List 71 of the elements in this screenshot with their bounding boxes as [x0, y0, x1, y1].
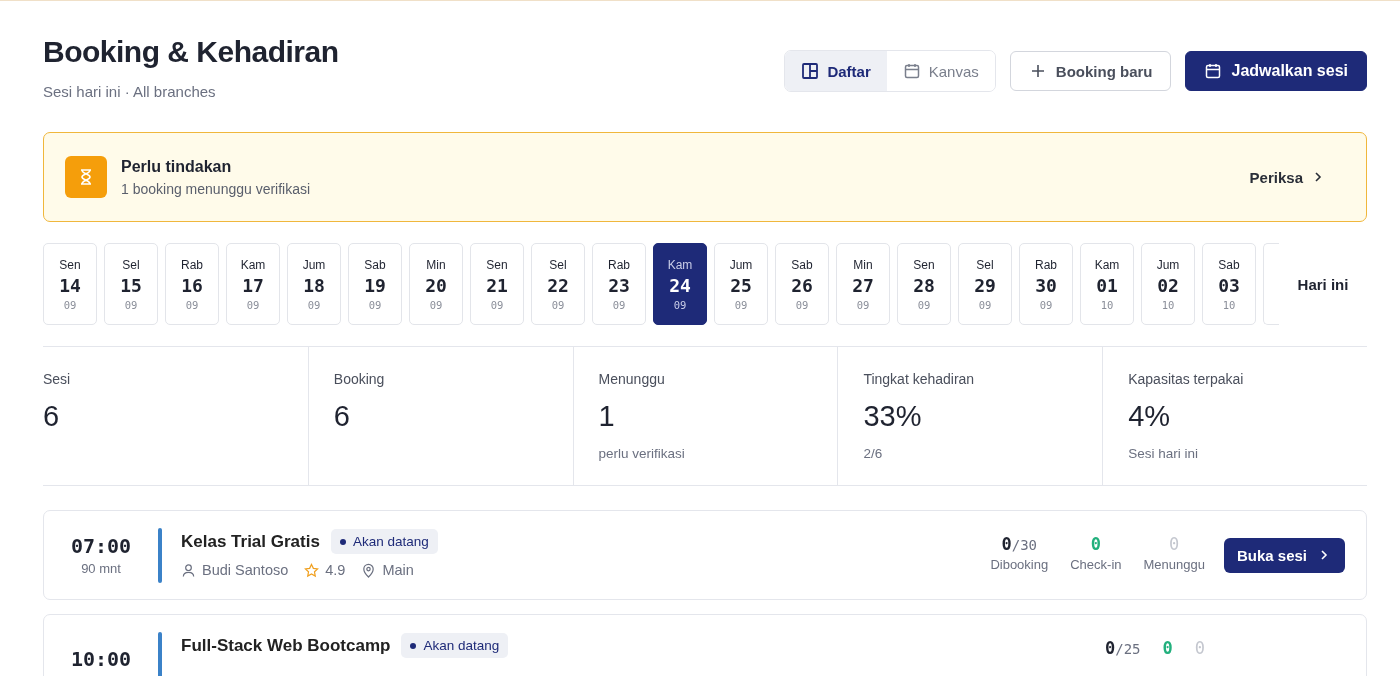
stat-label: Kapasitas terpakai	[1128, 371, 1245, 387]
status-badge: Akan datang	[330, 529, 438, 554]
date-card[interactable]: Sel 15 09	[104, 243, 158, 325]
instructor-name: Budi Santoso	[202, 562, 289, 578]
today-button[interactable]: Hari ini	[1279, 267, 1367, 301]
location-pin-icon	[361, 562, 377, 578]
stat-note: Sesi hari ini	[1128, 446, 1199, 461]
page-title: Booking & Kehadiran	[43, 35, 339, 69]
checkin-count: 0	[1162, 638, 1173, 658]
session-time: 07:00	[69, 534, 133, 558]
date-card[interactable]: Jum 02 10	[1141, 243, 1195, 325]
alert-message: 1 booking menunggu verifikasi	[121, 180, 312, 197]
rating: 4.9	[325, 562, 346, 578]
checkin-count: 0	[1090, 534, 1101, 554]
session-duration: 90 mnt	[80, 561, 122, 576]
waiting-label: Menunggu	[1143, 557, 1205, 572]
schedule-button[interactable]: Jadwalkan sesi	[1185, 51, 1367, 91]
chevron-right-icon	[1313, 171, 1323, 183]
stat-value: 6	[43, 400, 61, 433]
stat-value: 6	[333, 400, 351, 433]
date-card[interactable]: Rab 23 09	[592, 243, 646, 325]
waiting-count: 0	[1169, 534, 1180, 554]
stat-label: Tingkat kehadiran	[863, 371, 976, 387]
view-tab[interactable]: Daftar	[785, 51, 887, 91]
date-card[interactable]: Sab 26 09	[775, 243, 829, 325]
stat-label: Sesi	[43, 371, 72, 387]
checkin-label: Check-in	[1070, 557, 1122, 572]
date-card[interactable]: Sen 21 09	[470, 243, 524, 325]
layout-icon	[801, 62, 820, 80]
date-card[interactable]: Jum 25 09	[714, 243, 768, 325]
chevron-right-icon	[1319, 549, 1329, 561]
stat-value: 33%	[863, 400, 923, 433]
status-badge: Akan datang	[401, 633, 509, 658]
date-card[interactable]: Sel 22 09	[531, 243, 585, 325]
date-card[interactable]: Sen 28 09	[897, 243, 951, 325]
booked-count: 0/25	[1104, 638, 1141, 658]
stat-note: 2/6	[863, 446, 884, 461]
stat-value: 4%	[1128, 400, 1172, 433]
person-icon	[181, 562, 196, 578]
page-subtitle: Sesi hari ini · All branches	[43, 83, 217, 100]
date-card[interactable]: Sab 03 10	[1202, 243, 1256, 325]
booked-count: 0/30	[1001, 534, 1038, 554]
calendar-icon	[1204, 62, 1223, 80]
stat-note: perlu verifikasi	[598, 446, 686, 461]
booked-label: Dibooking	[990, 557, 1049, 572]
date-card[interactable]: Rab 16 09	[165, 243, 219, 325]
date-card[interactable]: Sab 19 09	[348, 243, 402, 325]
session-title: Full-Stack Web Bootcamp	[181, 635, 391, 656]
check-link[interactable]: Periksa	[1243, 167, 1329, 187]
star-icon	[304, 562, 320, 578]
stat-value: 1	[598, 400, 616, 433]
stat-label: Booking	[333, 371, 386, 387]
calendar-icon	[902, 62, 921, 80]
hourglass-icon	[65, 156, 107, 198]
session-time: 10:00	[69, 647, 133, 671]
date-card[interactable]: Kam 24 09	[653, 243, 707, 325]
open-session-button[interactable]: Buka sesi	[1223, 537, 1345, 573]
date-card[interactable]: Jum 18 09	[287, 243, 341, 325]
alert-title: Perlu tindakan	[121, 157, 233, 176]
stat-label: Menunggu	[598, 371, 666, 387]
date-card[interactable]: Min 27 09	[836, 243, 890, 325]
date-card[interactable]: Kam 17 09	[226, 243, 280, 325]
location: Main	[382, 562, 414, 578]
session-title: Kelas Trial Gratis	[181, 531, 320, 552]
date-card[interactable]: Kam 01 10	[1080, 243, 1134, 325]
new-booking-button[interactable]: Booking baru	[1009, 51, 1172, 91]
date-card[interactable]: Sen 14 09	[43, 243, 97, 325]
date-card[interactable]: Rab 30 09	[1019, 243, 1073, 325]
waiting-count: 0	[1194, 638, 1205, 658]
date-card[interactable]: Sel 29 09	[958, 243, 1012, 325]
date-card[interactable]: Min 20 09	[409, 243, 463, 325]
